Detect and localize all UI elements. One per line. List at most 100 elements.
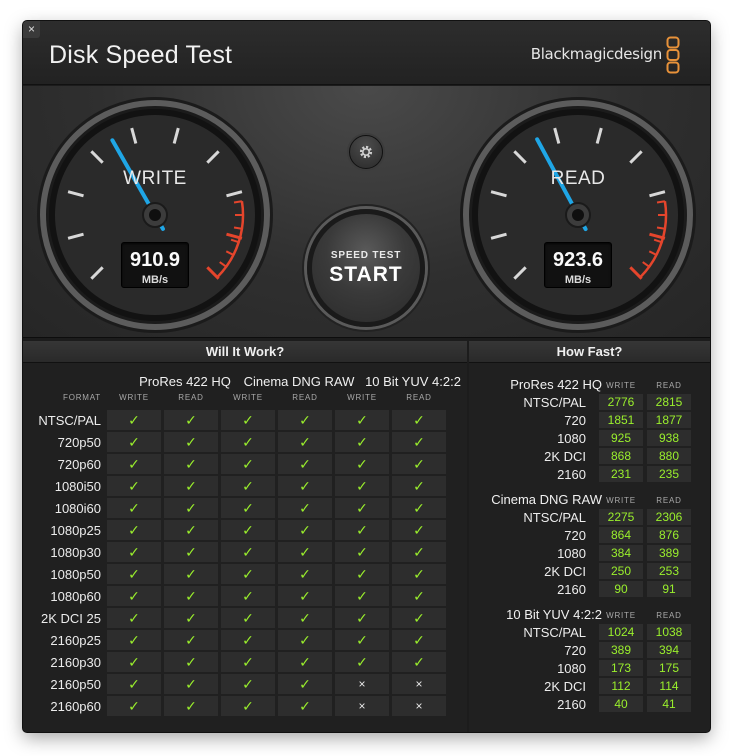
will-it-work-group-headers: ProRes 422 HQ Cinema DNG RAW 10 Bit YUV 4:… [23,374,467,392]
table-row: 2K DCI 112 114 [469,677,710,695]
table-row: 1080 925 938 [469,429,710,447]
check-icon: ✓ [392,454,446,474]
check-icon: ✓ [392,608,446,628]
write-subheader-1: WRITE [233,393,263,402]
table-row: NTSC/PAL 1024 1038 [469,623,710,641]
table-row: 1080i60 ✓ ✓ ✓ ✓ ✓ ✓ [23,497,467,519]
how-fast-panel: How Fast? ProRes 422 HQ WRITE READ NTSC/PAL… [469,341,710,732]
app-title: Disk Speed Test [49,41,233,69]
read-subheader: READ [656,611,682,620]
write-speed-fps: 231 [599,466,643,482]
check-icon: ✓ [221,498,275,518]
check-icon: ✓ [164,674,218,694]
write-subheader: WRITE [606,611,636,620]
check-icon: ✓ [335,652,389,672]
read-subheader: READ [656,496,682,505]
write-subheader: WRITE [606,381,636,390]
table-row: 2160p50 ✓ ✓ ✓ ✓ × × [23,673,467,695]
check-icon: ✓ [221,586,275,606]
check-icon: ✓ [335,608,389,628]
write-subheader-2: WRITE [347,393,377,402]
format-label: 2160p50 [50,677,101,692]
check-icon: ✓ [278,608,332,628]
check-icon: ✓ [221,630,275,650]
brand-name: Blackmagicdesign [530,45,663,63]
check-icon: ✓ [221,432,275,452]
check-icon: ✓ [164,454,218,474]
check-icon: ✓ [392,498,446,518]
format-label: 2K DCI [544,564,586,579]
format-label: 1080p30 [50,545,101,560]
will-it-work-subheaders: FORMAT WRITE READ WRITE READ WRITE READ [23,393,467,407]
read-gauge: READ 923.6 MB/s [458,95,698,335]
read-speed-fps: 253 [647,563,691,579]
check-icon: ✓ [164,542,218,562]
check-icon: ✓ [335,564,389,584]
check-icon: ✓ [107,498,161,518]
format-label: NTSC/PAL [523,510,586,525]
format-label: 720 [564,643,586,658]
gauge-hub-center [572,209,584,221]
write-speed-fps: 112 [599,678,643,694]
check-icon: ✓ [164,586,218,606]
check-icon: ✓ [278,410,332,430]
check-icon: ✓ [278,652,332,672]
write-subheader-0: WRITE [119,393,149,402]
format-label: 720 [564,528,586,543]
how-fast-section-name: 10 Bit YUV 4:2:2 [506,607,602,622]
table-row: 2K DCI 25 ✓ ✓ ✓ ✓ ✓ ✓ [23,607,467,629]
format-label: NTSC/PAL [523,625,586,640]
table-row: 2160 231 235 [469,465,710,483]
table-row: 2160p25 ✓ ✓ ✓ ✓ ✓ ✓ [23,629,467,651]
check-icon: ✓ [392,564,446,584]
check-icon: ✓ [107,586,161,606]
gauge-hub-center [149,209,161,221]
check-icon: ✓ [278,586,332,606]
check-icon: ✓ [392,586,446,606]
read-speed-fps: 1038 [647,624,691,640]
read-speed-value: 923.6 [552,249,604,271]
how-fast-section-header: Cinema DNG RAW WRITE READ [469,490,710,508]
read-speed-fps: 389 [647,545,691,561]
check-icon: ✓ [164,432,218,452]
read-speed-fps: 114 [647,678,691,694]
format-label: 2K DCI 25 [41,611,101,626]
table-row: 720 864 876 [469,526,710,544]
write-gauge-dial [37,97,273,333]
table-row: 1080 173 175 [469,659,710,677]
check-icon: ✓ [278,476,332,496]
gauge-area: WRITE 910.9 MB/s SPEED TEST START READ 9… [23,86,710,338]
check-icon: ✓ [335,476,389,496]
check-icon: ✓ [164,476,218,496]
check-icon: ✓ [335,432,389,452]
table-row: 720 389 394 [469,641,710,659]
write-speed-value: 910.9 [129,249,181,271]
table-row: 720p50 ✓ ✓ ✓ ✓ ✓ ✓ [23,431,467,453]
table-row: 1080 384 389 [469,544,710,562]
table-row: 2160p30 ✓ ✓ ✓ ✓ ✓ ✓ [23,651,467,673]
title-bar: Disk Speed Test Blackmagicdesign [23,21,710,85]
write-speed-fps: 384 [599,545,643,561]
will-it-work-header: Will It Work? [23,341,467,363]
cross-icon: × [392,674,446,694]
settings-button[interactable] [349,135,383,169]
read-speed-fps: 175 [647,660,691,676]
read-speed-fps: 2306 [647,509,691,525]
check-icon: ✓ [221,674,275,694]
write-subheader: WRITE [606,496,636,505]
check-icon: ✓ [164,520,218,540]
check-icon: ✓ [278,542,332,562]
check-icon: ✓ [164,696,218,716]
check-icon: ✓ [278,454,332,474]
format-label: NTSC/PAL [523,395,586,410]
will-it-work-group-0: ProRes 422 HQ [139,374,231,389]
read-speed-fps: 1877 [647,412,691,428]
speed-test-start-button[interactable]: SPEED TEST START [307,209,425,327]
check-icon: ✓ [107,432,161,452]
close-button[interactable]: × [23,21,40,38]
format-label: 2160p25 [50,633,101,648]
check-icon: ✓ [221,608,275,628]
check-icon: ✓ [164,410,218,430]
read-speed-fps: 235 [647,466,691,482]
check-icon: ✓ [335,630,389,650]
